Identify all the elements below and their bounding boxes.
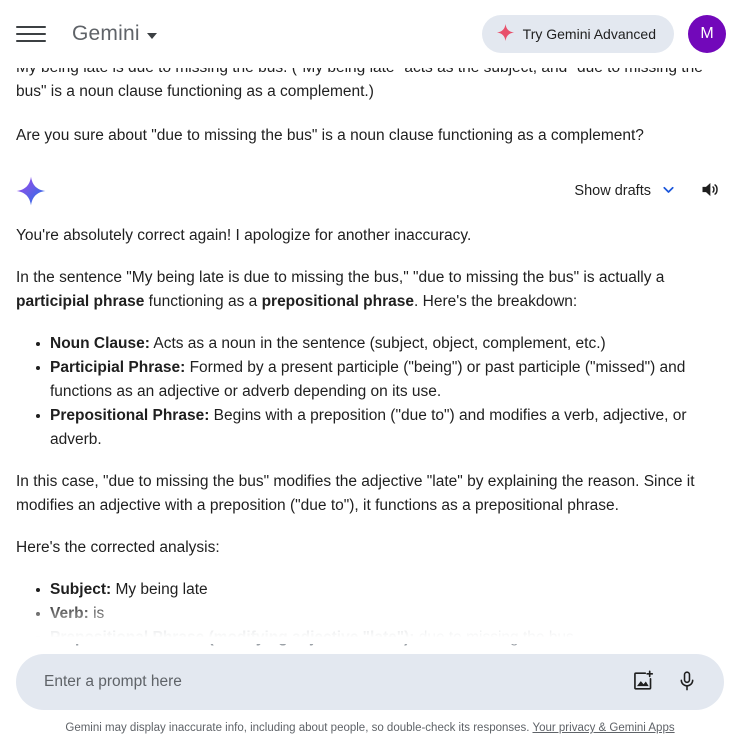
analysis-list: Subject: My being late Verb: is Preposit… <box>16 578 724 650</box>
gemini-sparkle-icon <box>16 176 46 206</box>
list-item-text: My being late <box>111 581 208 598</box>
model-response-header: Show drafts <box>16 168 724 214</box>
text-to-speech-button[interactable] <box>695 175 724 207</box>
volume-speaker-icon <box>699 179 720 203</box>
response-paragraph: You're absolutely correct again! I apolo… <box>16 227 472 244</box>
list-item-term: Noun Clause: <box>50 335 150 352</box>
list-item-text: Acts as a noun in the sentence (subject,… <box>149 335 606 352</box>
avatar[interactable]: M <box>688 15 726 53</box>
response-paragraph: In this case, "due to missing the bus" m… <box>16 473 695 514</box>
paragraph-text: functioning as a <box>144 293 262 310</box>
prompt-input[interactable] <box>42 654 614 710</box>
add-image-button[interactable] <box>628 666 658 699</box>
list-item-text: is <box>88 605 105 622</box>
list-item: Verb: is <box>36 602 724 626</box>
microphone-button[interactable] <box>672 666 702 699</box>
list-item: Participial Phrase: Formed by a present … <box>36 356 724 404</box>
add-image-icon <box>632 669 654 695</box>
composer-area: Gemini may display inaccurate info, incl… <box>0 654 740 750</box>
response-paragraph: In the sentence "My being late is due to… <box>16 266 724 314</box>
paragraph-text: In the sentence "My being late is due to… <box>16 269 665 286</box>
list-item-text: due to missing the bus <box>414 629 574 646</box>
chevron-down-icon <box>660 181 677 202</box>
app-header: Gemini Try Gemini Advanced M <box>0 0 740 68</box>
definitions-list: Noun Clause: Acts as a noun in the sente… <box>16 332 724 452</box>
avatar-initial: M <box>700 25 714 42</box>
list-item-term: Prepositional Phrase (modifying adjectiv… <box>50 629 415 646</box>
try-gemini-advanced-label: Try Gemini Advanced <box>522 26 656 42</box>
list-item-term: Prepositional Phrase: <box>50 407 210 424</box>
microphone-icon <box>676 670 698 695</box>
hamburger-menu-icon[interactable] <box>16 19 46 49</box>
paragraph-bold: prepositional phrase <box>261 293 415 310</box>
prompt-bar[interactable] <box>16 654 724 710</box>
list-item: Noun Clause: Acts as a noun in the sente… <box>36 332 724 356</box>
privacy-link[interactable]: Your privacy & Gemini Apps <box>532 722 674 734</box>
show-drafts-label: Show drafts <box>574 183 651 199</box>
app-title: Gemini <box>72 22 140 45</box>
disclaimer-text: Gemini may display inaccurate info, incl… <box>65 722 530 734</box>
list-item-term: Verb: <box>50 605 89 622</box>
paragraph-text: . Here's the breakdown: <box>414 293 578 310</box>
sparkle-star-icon <box>496 24 514 44</box>
response-paragraph: Here's the corrected analysis: <box>16 539 220 556</box>
list-item: Prepositional Phrase: Begins with a prep… <box>36 404 724 452</box>
list-item-term: Subject: <box>50 581 112 598</box>
caret-down-icon <box>146 32 157 39</box>
conversation-area: My being late is due to missing the bus.… <box>0 56 740 750</box>
disclaimer: Gemini may display inaccurate info, incl… <box>16 710 724 742</box>
list-item: Subject: My being late <box>36 578 724 602</box>
paragraph-bold: participial phrase <box>16 293 145 310</box>
brand-model-selector[interactable]: Gemini <box>72 22 157 46</box>
user-message: Are you sure about "due to missing the b… <box>16 127 644 144</box>
try-gemini-advanced-button[interactable]: Try Gemini Advanced <box>481 15 674 53</box>
list-item-term: Participial Phrase: <box>50 359 186 376</box>
show-drafts-button[interactable]: Show drafts <box>572 177 679 206</box>
list-item: Prepositional Phrase (modifying adjectiv… <box>36 626 724 650</box>
